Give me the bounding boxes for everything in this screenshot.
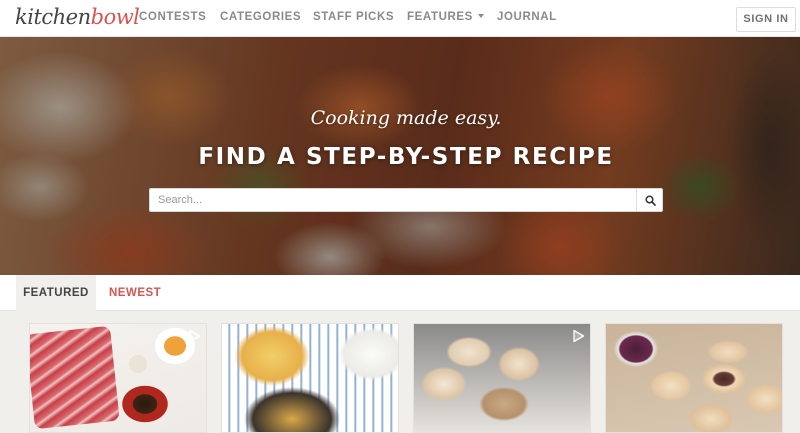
search-icon [644, 194, 656, 206]
logo-text-bowl: bowl [90, 5, 140, 29]
nav-features[interactable]: FEATURES [407, 0, 484, 36]
recipe-card-cupcakes[interactable] [413, 323, 591, 433]
recipe-card-cookies[interactable] [605, 323, 783, 433]
logo-text-kitchen: kitchen [15, 5, 91, 29]
hero-tagline: Cooking made easy. [310, 107, 502, 129]
recipe-image-noodles [222, 324, 398, 432]
recipe-image-cupcakes [414, 324, 590, 432]
tab-newest[interactable]: NEWEST [109, 275, 161, 311]
recipe-image-cookies [606, 324, 782, 432]
top-navbar: kitchenbowl CONTESTS CATEGORIES STAFF PI… [0, 0, 800, 37]
play-icon [573, 329, 585, 343]
tab-featured[interactable]: FEATURED [16, 275, 96, 312]
hero-headline: FIND A STEP-BY-STEP RECIPE [198, 144, 614, 170]
search-input[interactable] [150, 189, 636, 211]
hero-banner: Cooking made easy. FIND A STEP-BY-STEP R… [0, 37, 800, 275]
nav-contests[interactable]: CONTESTS [139, 0, 206, 36]
nav-categories[interactable]: CATEGORIES [220, 0, 301, 36]
chevron-down-icon [477, 14, 484, 18]
recipe-image-beef-ribs [30, 324, 206, 432]
sign-in-button[interactable]: SIGN IN [736, 7, 796, 32]
search-bar [149, 188, 663, 212]
nav-features-label: FEATURES [407, 11, 473, 23]
search-button[interactable] [636, 189, 663, 211]
recipe-card-noodles[interactable] [221, 323, 399, 433]
nav-journal[interactable]: JOURNAL [497, 0, 557, 36]
play-icon [189, 329, 201, 343]
kitchenbowl-logo[interactable]: kitchenbowl [15, 3, 140, 31]
recipe-tabs: FEATURED NEWEST [0, 275, 800, 312]
recipe-card-beef[interactable] [29, 323, 207, 433]
meat-illustration [30, 325, 120, 430]
nav-staff-picks[interactable]: STAFF PICKS [313, 0, 394, 36]
